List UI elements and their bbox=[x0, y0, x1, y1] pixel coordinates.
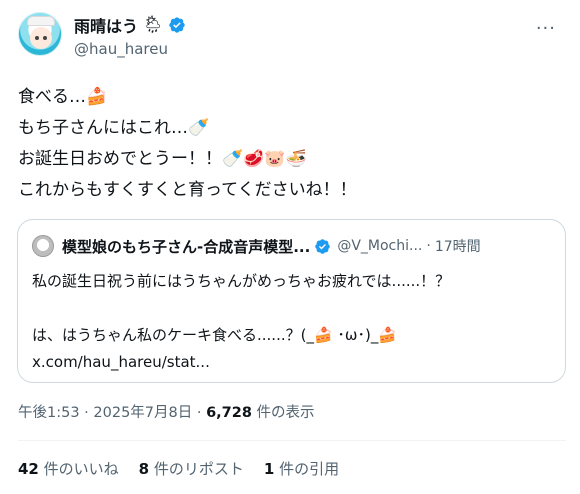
tweet-meta: 午後1:53 · 2025年7月8日 · 6,728 件の表示 bbox=[18, 401, 315, 422]
author-handle[interactable]: @hau_hareu bbox=[74, 40, 168, 58]
tweet-text: 食べる…🍰 もち子さんにはこれ…🍼 お誕生日おめでとうー！！🍼🥩🐷🍜 これからも… bbox=[18, 82, 566, 206]
tweet-header: 雨晴はう 🌦 @hau_hareu ··· bbox=[18, 12, 566, 62]
likes-label: 件のいいね bbox=[38, 460, 119, 478]
views-count: 6,728 bbox=[206, 405, 252, 421]
avatar-cap bbox=[27, 16, 55, 26]
quoted-author-handle: @V_Mochi... bbox=[337, 238, 423, 254]
verified-badge-icon[interactable] bbox=[168, 16, 186, 34]
quoted-separator: · bbox=[426, 238, 431, 254]
tweet-line: これからもすくすくと育ってくださいね！！ bbox=[18, 180, 357, 200]
likes-count: 42 bbox=[18, 460, 39, 478]
quoted-tweet-text: 私の誕生日祝う前にはうちゃんがめっちゃお疲れでは......！？ は、はうちゃん… bbox=[32, 268, 553, 376]
quoted-tweet-header: 模型娘のもち子さん-合成音声模型... @V_Mochi... · 17時間 bbox=[32, 234, 553, 258]
quoted-line bbox=[32, 295, 553, 322]
quoted-line: 私の誕生日祝う前にはうちゃんがめっちゃお疲れでは......！？ bbox=[32, 272, 451, 290]
weather-emoji-icon: 🌦 bbox=[142, 14, 164, 35]
quoted-timestamp: 17時間 bbox=[434, 239, 481, 255]
quoted-tweet-card[interactable]: 模型娘のもち子さん-合成音声模型... @V_Mochi... · 17時間 私… bbox=[17, 219, 566, 383]
tweet-line: 食べる…🍰 bbox=[18, 87, 108, 107]
tweet-line: お誕生日おめでとうー！！🍼🥩🐷🍜 bbox=[18, 149, 307, 169]
author-display-name[interactable]: 雨晴はう bbox=[74, 13, 138, 37]
quotes-stat[interactable]: 1 件の引用 bbox=[264, 458, 339, 479]
quoted-author-avatar bbox=[32, 235, 54, 257]
avatar-eye-left bbox=[35, 36, 39, 40]
reposts-count: 8 bbox=[138, 460, 150, 478]
reposts-label: 件のリポスト bbox=[149, 460, 244, 478]
likes-stat[interactable]: 42 件のいいね bbox=[18, 458, 119, 479]
tweet-line: もち子さんにはこれ…🍼 bbox=[18, 118, 210, 138]
quoted-line: は、はうちゃん私のケーキ食べる......？(_🍰 ･ω･)_🍰 bbox=[32, 326, 397, 344]
more-options-icon[interactable]: ··· bbox=[536, 18, 556, 39]
quoted-verified-badge-icon bbox=[315, 238, 331, 254]
tweet-timestamp[interactable]: 午後1:53 · 2025年7月8日 · bbox=[18, 405, 206, 421]
author-name-row: 雨晴はう 🌦 bbox=[74, 14, 186, 36]
avatar-face bbox=[30, 27, 52, 49]
views-label: 件の表示 bbox=[251, 405, 315, 421]
quoted-link[interactable]: x.com/hau_hareu/stat... bbox=[32, 349, 553, 376]
quotes-label: 件の引用 bbox=[279, 460, 340, 478]
avatar-eye-right bbox=[43, 36, 47, 40]
divider bbox=[18, 440, 566, 441]
quoted-author-name: 模型娘のもち子さん-合成音声模型... bbox=[62, 237, 311, 256]
reposts-stat[interactable]: 8 件のリポスト bbox=[139, 458, 244, 479]
quotes-count: 1 bbox=[263, 460, 275, 478]
author-avatar[interactable] bbox=[18, 12, 62, 56]
engagement-stats: 42 件のいいね 8 件のリポスト 1 件の引用 bbox=[18, 458, 339, 479]
